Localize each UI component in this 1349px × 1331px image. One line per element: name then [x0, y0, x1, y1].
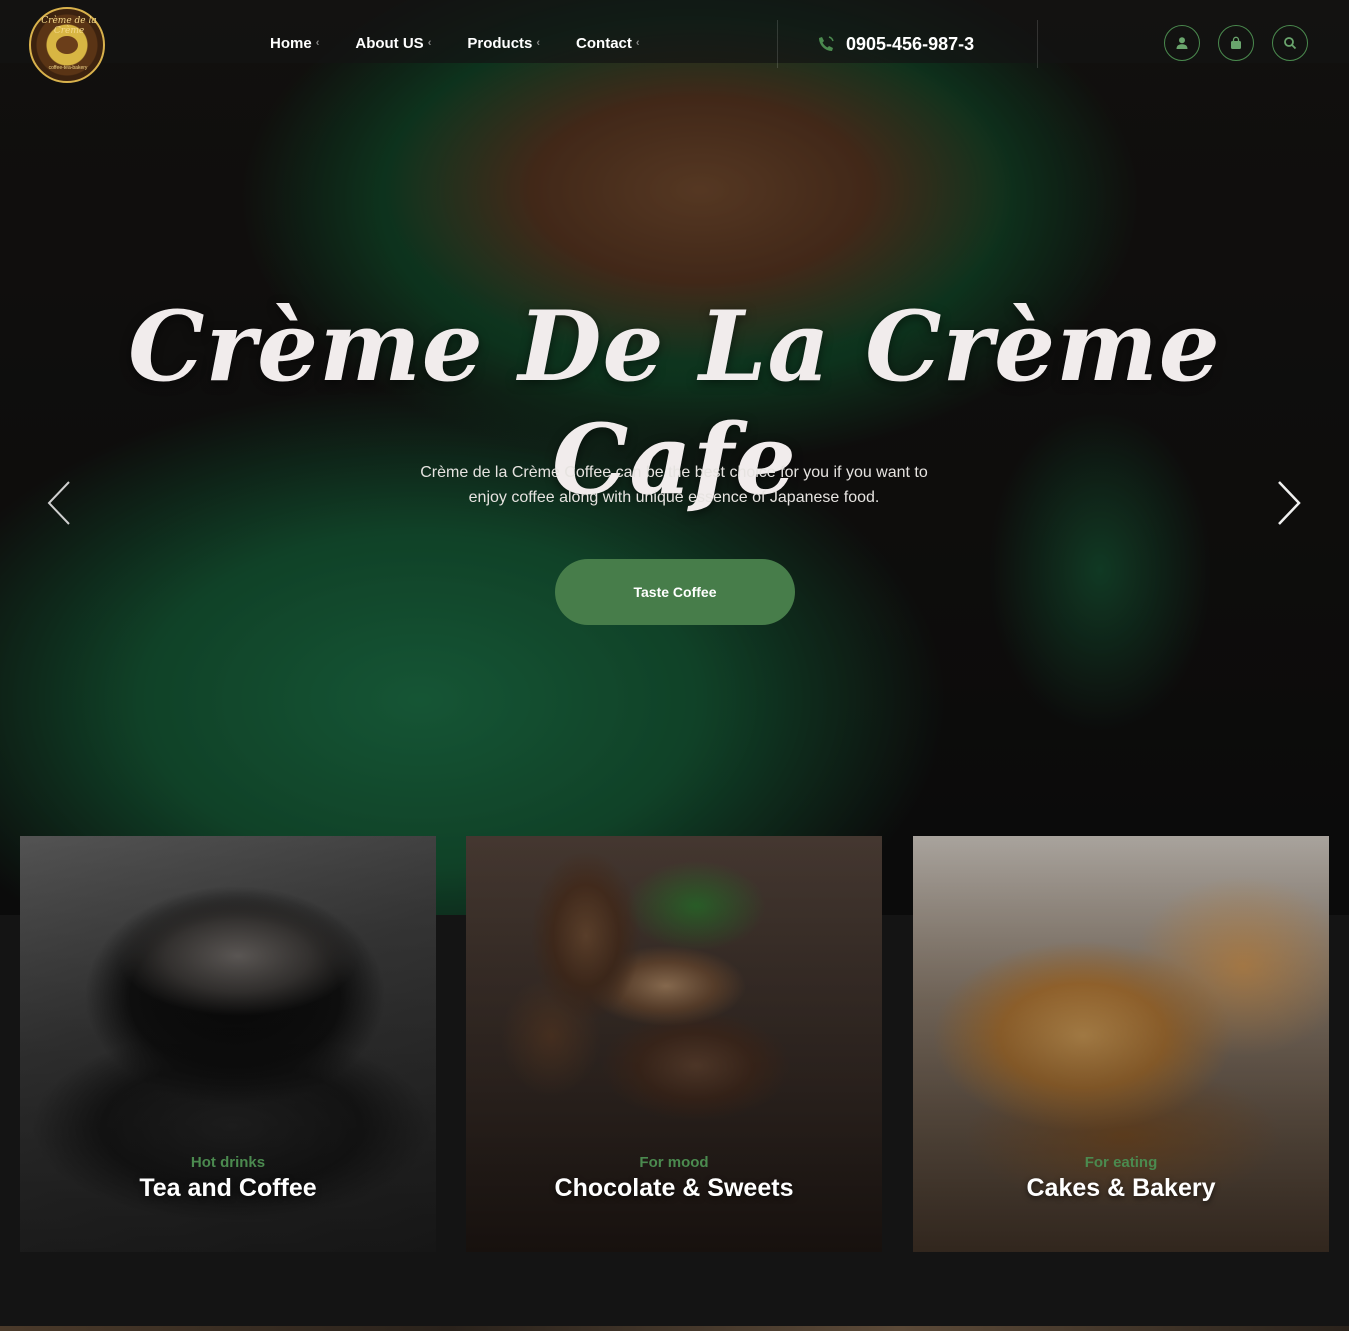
- site-header: [0, 0, 1349, 63]
- category-subtitle: Hot drinks: [190, 1154, 266, 1171]
- category-card-tea-coffee[interactable]: Hot drinks Tea and Coffee: [20, 836, 436, 1252]
- brand-logo[interactable]: Crème de la Crème coffee-tea-bakery: [29, 7, 105, 83]
- phone-number: 0905-456-987-3: [846, 33, 975, 54]
- phone-link[interactable]: 0905-456-987-3: [816, 32, 974, 56]
- category-title: Cakes & Bakery: [1026, 1174, 1216, 1202]
- nav-item-products[interactable]: Products ‹: [467, 33, 540, 53]
- logo-text: Crème de la Crème: [41, 16, 97, 36]
- chevron-left-icon: ‹: [315, 37, 320, 49]
- logo-subtitle: coffee-tea-bakery: [48, 65, 88, 71]
- chevron-left-icon: ‹: [635, 37, 640, 49]
- nav-item-label: Contact: [576, 34, 632, 52]
- nav-item-contact[interactable]: Contact ‹: [576, 33, 640, 53]
- slider-next-icon[interactable]: [1273, 478, 1303, 528]
- nav-item-label: Home: [270, 34, 312, 52]
- chevron-left-icon: ‹: [427, 37, 432, 49]
- account-button[interactable]: [1164, 25, 1200, 61]
- phone-icon: [819, 36, 834, 51]
- nav-item-about[interactable]: About US ‹: [355, 33, 431, 53]
- category-title: Chocolate & Sweets: [554, 1174, 794, 1202]
- coffee-bean-icon: [56, 36, 78, 54]
- hero-description: Crème de la Crème Coffee can be the best…: [420, 464, 928, 506]
- category-card-chocolate-sweets[interactable]: For mood Chocolate & Sweets: [466, 836, 882, 1252]
- category-card-cakes-bakery[interactable]: For eating Cakes & Bakery: [913, 836, 1329, 1252]
- cart-button[interactable]: [1218, 25, 1254, 61]
- header-divider: [777, 20, 778, 68]
- category-subtitle: For eating: [1084, 1154, 1158, 1171]
- hero-slider: Crème De La Crème Cafe Crème de la Crème…: [0, 0, 1349, 915]
- nav-item-label: About US: [355, 34, 424, 52]
- nav-item-home[interactable]: Home ‹: [270, 33, 319, 53]
- shopping-bag-icon: [1231, 36, 1241, 49]
- user-icon: [1176, 37, 1188, 49]
- main-nav: Home ‹ About US ‹ Products ‹ Contact ‹: [270, 33, 676, 53]
- chevron-left-icon: ‹: [536, 37, 541, 49]
- header-divider: [1037, 20, 1038, 68]
- category-subtitle: For mood: [639, 1154, 709, 1171]
- slider-prev-icon[interactable]: [45, 478, 75, 528]
- search-icon: [1284, 37, 1297, 50]
- taste-coffee-button[interactable]: Taste Coffee: [555, 559, 795, 625]
- search-button[interactable]: [1272, 25, 1308, 61]
- next-section-edge: [0, 1326, 1349, 1331]
- nav-item-label: Products: [467, 34, 533, 52]
- category-title: Tea and Coffee: [139, 1174, 317, 1202]
